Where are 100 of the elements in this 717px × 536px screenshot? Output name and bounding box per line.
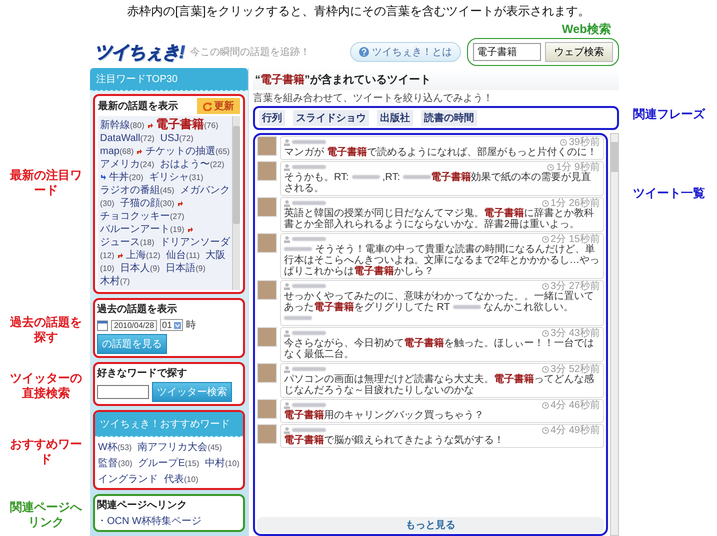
tweet-time: 2分 15秒前 [550, 232, 600, 245]
tweet-text: そうそう！電車の中って貴重な読書の時間になるんだけど、単行本はそこらへんきついよね。文庫になるまで2年とかかかるし…やっぱりこれからは電子書籍かしら？ [284, 244, 600, 277]
topic-count: (18) [140, 238, 154, 247]
tweet-text: せっかくやってみたのに、意味がわかってなかった。。一緒に置いてあった電子書籍をグリグリしてた RT なんかこれ欲しい。 [284, 291, 600, 324]
topic-count: (72) [179, 134, 194, 143]
recommended-word-link[interactable]: 南アフリカ大会 [138, 442, 208, 453]
topic-word-link[interactable]: バルーンアート [100, 224, 170, 235]
topic-word-link[interactable]: メガバンク [180, 185, 230, 196]
related-phrase-link[interactable]: スライドショウ [293, 110, 369, 126]
hour-unit-label: 時 [186, 318, 196, 332]
tweet-text: 電子書籍で脳が鍛えられてきたような気がする！ [284, 435, 505, 446]
topic-word-link[interactable]: 大阪 [205, 250, 226, 261]
topic-word-link[interactable]: 新幹線 [100, 120, 130, 131]
site-logo[interactable]: ツイちぇき! [94, 40, 184, 64]
topic-word-link[interactable]: 牛丼 [109, 172, 129, 183]
topic-word-link[interactable]: チケットの抽選 [145, 146, 216, 157]
word-count: (30) [118, 459, 132, 468]
recommended-word-link[interactable]: イングランド [98, 474, 158, 485]
topic-word-link[interactable]: 電子書籍 [156, 117, 204, 131]
date-field[interactable]: 2010/04/28 [111, 320, 158, 330]
topic-word-link[interactable]: ギリシャ [149, 172, 190, 183]
topic-count: (12) [100, 251, 114, 260]
tweet-time: 1分 9秒前 [556, 160, 600, 173]
related-phrase-link[interactable]: 出版社 [377, 110, 413, 126]
recommended-word-link[interactable]: 中村 [205, 458, 226, 469]
tweet-text: 英語と韓国の授業が同じ日だなんてマジ鬼。電子書籍に辞書とか教科書とか全部入れられるようにならないかな。辞書2冊は重いよっ。 [284, 208, 595, 230]
user-icon [284, 366, 290, 372]
blurred-username [292, 201, 326, 205]
callout-label: 関連ページへリンク [9, 500, 83, 530]
calendar-icon[interactable] [97, 320, 108, 330]
related-page-link[interactable]: ・OCN W杯特集ページ [97, 514, 241, 528]
topic-word-link[interactable]: 仙台 [166, 250, 186, 261]
recommended-word-link[interactable]: グループE [138, 458, 185, 469]
tweet-text: そうかも。RT: ,RT: 電子書籍効果で紙の本の需要が見直される。 [284, 172, 592, 194]
topic-count: (76) [204, 121, 218, 130]
related-phrase-link[interactable]: 読書の時間 [421, 110, 477, 126]
topic-word-link[interactable]: アメリカ [100, 159, 140, 170]
scrollbar[interactable] [232, 116, 240, 290]
topic-word-link[interactable]: おはよう〜 [160, 159, 210, 170]
clock-icon [560, 138, 567, 146]
clock-icon [542, 330, 549, 336]
tweet-text: マンガが 電子書籍で読めるようになれば、部屋がもっと片付くのに！ [284, 147, 598, 158]
clock-icon [542, 402, 549, 408]
topic-count: (65) [215, 147, 230, 156]
instruction-caption: 赤枠内の[言葉]をクリックすると、青枠内にその言葉を含むツイートが表示されます。 [126, 3, 591, 20]
recommended-word-link[interactable]: 監督 [98, 458, 118, 469]
topic-word-link[interactable]: USJ [160, 133, 180, 144]
topic-word-link[interactable]: 日本人 [120, 263, 150, 274]
topic-count: (9) [196, 264, 206, 273]
related-phrase-link[interactable]: 行列 [259, 110, 285, 126]
word-count: (45) [208, 443, 222, 452]
topic-word-link[interactable]: DataWall [100, 133, 140, 144]
word-count: (10) [225, 459, 240, 468]
keyword-input-field[interactable] [97, 385, 149, 399]
callout-label: ツイート一覧 [632, 185, 706, 202]
topic-count: (9) [150, 264, 160, 273]
topic-word-link[interactable]: 木村 [100, 276, 120, 287]
photo-placeholder [257, 197, 277, 217]
topic-count: (7) [120, 277, 130, 286]
clock-icon [547, 164, 554, 170]
topic-word-link[interactable]: チョコクッキー [100, 211, 170, 222]
show-more-button[interactable]: もっと見る [257, 517, 604, 533]
clock-icon [542, 366, 549, 372]
blurred-username [292, 403, 326, 407]
tweet-time: 3分 27秒前 [550, 280, 600, 292]
section-title: 過去の話題を表示 [97, 302, 178, 316]
tagline: 今この瞬間の話題を追跡！ [190, 46, 310, 59]
scrollbar[interactable] [610, 133, 619, 536]
tweet-time: 39秒前 [568, 136, 600, 148]
photo-placeholder [257, 363, 277, 383]
user-icon [284, 138, 290, 146]
topic-count: (68) [119, 147, 134, 156]
topic-word-link[interactable]: 子猫の顔 [120, 198, 160, 209]
topic-word-link[interactable]: ラジオの番組 [100, 185, 160, 196]
topic-count: (30) [160, 199, 174, 208]
photo-placeholder [257, 280, 277, 300]
topic-word-link[interactable]: 日本語 [166, 263, 196, 274]
hour-select[interactable]: 01 [160, 319, 184, 331]
topic-count: (12) [146, 251, 160, 260]
about-button[interactable]: ツイちぇき！とは [350, 42, 461, 62]
recommended-word-link[interactable]: W杯 [98, 442, 118, 453]
callout-label: おすすめワード [9, 437, 83, 467]
blurred-username [292, 237, 326, 241]
search-field[interactable]: 電子書籍 [473, 43, 541, 61]
topic-word-link[interactable]: 上海 [126, 250, 146, 261]
topic-word-link[interactable]: ドリアンソーダ [160, 237, 230, 248]
blurred-username [292, 331, 326, 335]
recommended-word-link[interactable]: 代表 [164, 474, 184, 485]
word-count: (15) [184, 459, 200, 468]
clock-icon [542, 200, 549, 206]
blurred-username [292, 140, 326, 144]
section-title: 関連ページへリンク [97, 498, 188, 512]
topic-word-link[interactable]: map [100, 146, 120, 157]
web-search-button[interactable]: ウェブ検索 [545, 42, 613, 62]
photo-placeholder [257, 399, 277, 419]
topic-word-link[interactable]: ジュース [100, 237, 140, 248]
photo-placeholder [257, 161, 277, 181]
topic-count: (27) [170, 212, 184, 221]
photo-placeholder [257, 136, 277, 156]
user-icon [284, 164, 290, 170]
